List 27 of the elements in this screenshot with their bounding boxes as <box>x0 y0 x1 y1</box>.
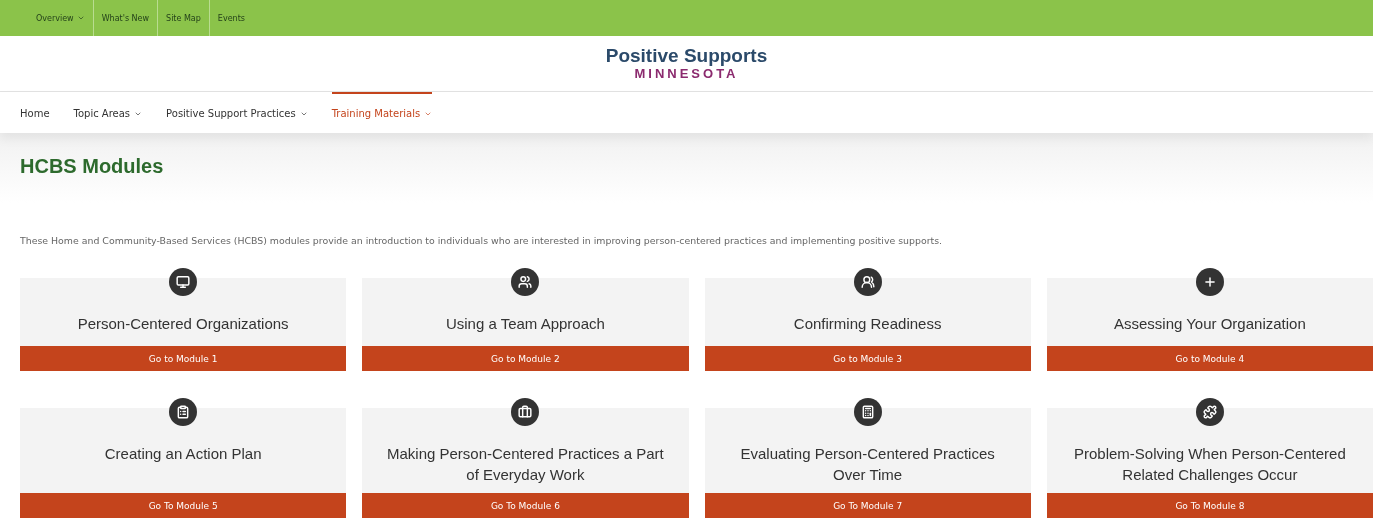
module-title: Person-Centered Organizations <box>77 314 289 334</box>
nav-link[interactable]: Positive Support Practices <box>166 92 308 133</box>
module-button[interactable]: Go to Module 1 <box>20 346 347 371</box>
module-button[interactable]: Go To Module 7 <box>704 493 1031 518</box>
module-title: Using a Team Approach <box>445 314 605 334</box>
top-nav-link[interactable]: Events <box>208 0 253 36</box>
module-button[interactable]: Go To Module 8 <box>1046 493 1373 518</box>
nav-link[interactable]: Topic Areas <box>73 92 143 133</box>
nav-link[interactable]: Home <box>20 92 50 133</box>
module-button[interactable]: Go to Module 2 <box>362 346 689 371</box>
top-nav-link[interactable]: Overview <box>28 0 93 36</box>
top-nav-link[interactable]: Site Map <box>157 0 209 36</box>
module-title: Problem-Solving When Person-Centered Related Challenges Occur <box>1072 444 1347 485</box>
intro-text: These Home and Community-Based Services (HCBS) modules provide an introduction to individuals who are interested in improving person-centered practices and implementing positive supports. <box>20 235 944 248</box>
module-button[interactable]: Go To Module 5 <box>20 493 347 518</box>
module-title: Making Person-Centered Practices a Part of Everyday Work <box>385 444 665 485</box>
module-title: Assessing Your Organization <box>1113 314 1306 334</box>
module-title: Creating an Action Plan <box>104 444 262 464</box>
top-nav-link[interactable]: What's New <box>92 0 158 36</box>
logo-text: Positive Supports <box>605 46 768 66</box>
module-button[interactable]: Go to Module 3 <box>704 346 1031 371</box>
logo-subtext: MINNESOTA <box>634 66 739 81</box>
page-title: HCBS Modules <box>20 155 165 178</box>
module-button[interactable]: Go to Module 4 <box>1046 346 1373 371</box>
module-title: Evaluating Person-Centered Practices Over Time <box>739 444 996 485</box>
module-button[interactable]: Go To Module 6 <box>362 493 689 518</box>
module-title: Confirming Readiness <box>793 314 942 334</box>
